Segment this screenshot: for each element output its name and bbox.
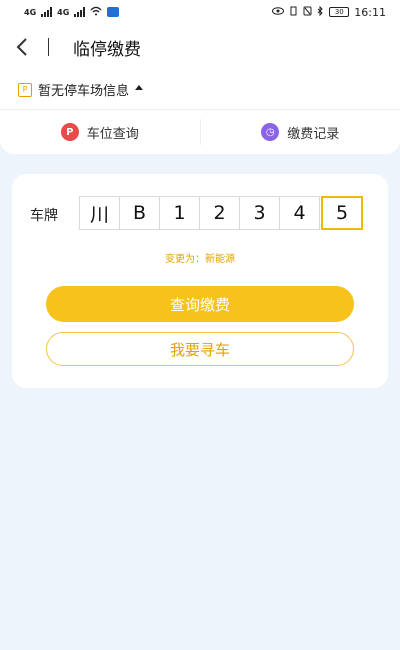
- signal-icon: [41, 7, 53, 17]
- plate-char-1[interactable]: 川: [79, 196, 120, 230]
- query-payment-button[interactable]: 查询缴费: [46, 286, 354, 322]
- quick-actions: P 车位查询 ◷ 缴费记录: [0, 110, 400, 154]
- tab-space-query[interactable]: P 车位查询: [0, 110, 200, 154]
- plate-char-3[interactable]: 1: [159, 196, 200, 230]
- mute-icon: [303, 6, 312, 19]
- status-left: 4G 4G: [24, 6, 120, 19]
- header-divider: [48, 38, 49, 56]
- plate-char-7[interactable]: 5: [321, 196, 363, 230]
- plate-char-2[interactable]: B: [119, 196, 160, 230]
- plate-char-6[interactable]: 4: [279, 196, 320, 230]
- wifi-icon: [90, 6, 102, 19]
- plate-label: 车牌: [30, 208, 58, 224]
- app-notification-icon: [107, 7, 120, 17]
- clock-icon: ◷: [261, 123, 280, 141]
- plate-char-4[interactable]: 2: [199, 196, 240, 230]
- parking-icon: P: [60, 123, 79, 141]
- page-title: 临停缴费: [73, 39, 141, 60]
- app-header: 临停缴费: [0, 24, 400, 70]
- bluetooth-icon: [317, 5, 324, 19]
- caret-up-icon: [135, 85, 144, 90]
- tab-payment-records[interactable]: ◷ 缴费记录: [201, 110, 400, 154]
- plate-char-5[interactable]: 3: [239, 196, 280, 230]
- network-tag-1: 4G: [24, 7, 37, 17]
- eye-icon: [272, 6, 285, 18]
- parking-lot-text: 暂无停车场信息: [38, 84, 130, 99]
- status-time: 16:11: [354, 5, 386, 19]
- status-right: 30 16:11: [272, 5, 386, 19]
- battery-icon: 30: [329, 7, 350, 17]
- tab-payment-records-label: 缴费记录: [287, 126, 340, 142]
- parking-lot-selector[interactable]: P 暂无停车场信息: [0, 70, 400, 110]
- plate-input: 川 B 1 2 3 4 5: [79, 196, 363, 230]
- status-bar: 4G 4G 30 16:11: [0, 0, 400, 24]
- vibrate-icon: [289, 6, 298, 19]
- chevron-left-icon: [16, 38, 27, 56]
- signal-icon-2: [74, 7, 86, 17]
- tab-space-query-label: 车位查询: [86, 126, 139, 142]
- plate-card: 车牌 川 B 1 2 3 4 5 变更为：新能源 查询缴费 我要寻车: [12, 174, 388, 388]
- back-button[interactable]: [0, 24, 44, 70]
- network-tag-2: 4G: [57, 7, 70, 17]
- new-energy-switch-link[interactable]: 变更为：新能源: [12, 250, 388, 265]
- find-car-button[interactable]: 我要寻车: [46, 332, 354, 366]
- parking-lot-icon: P: [18, 82, 32, 97]
